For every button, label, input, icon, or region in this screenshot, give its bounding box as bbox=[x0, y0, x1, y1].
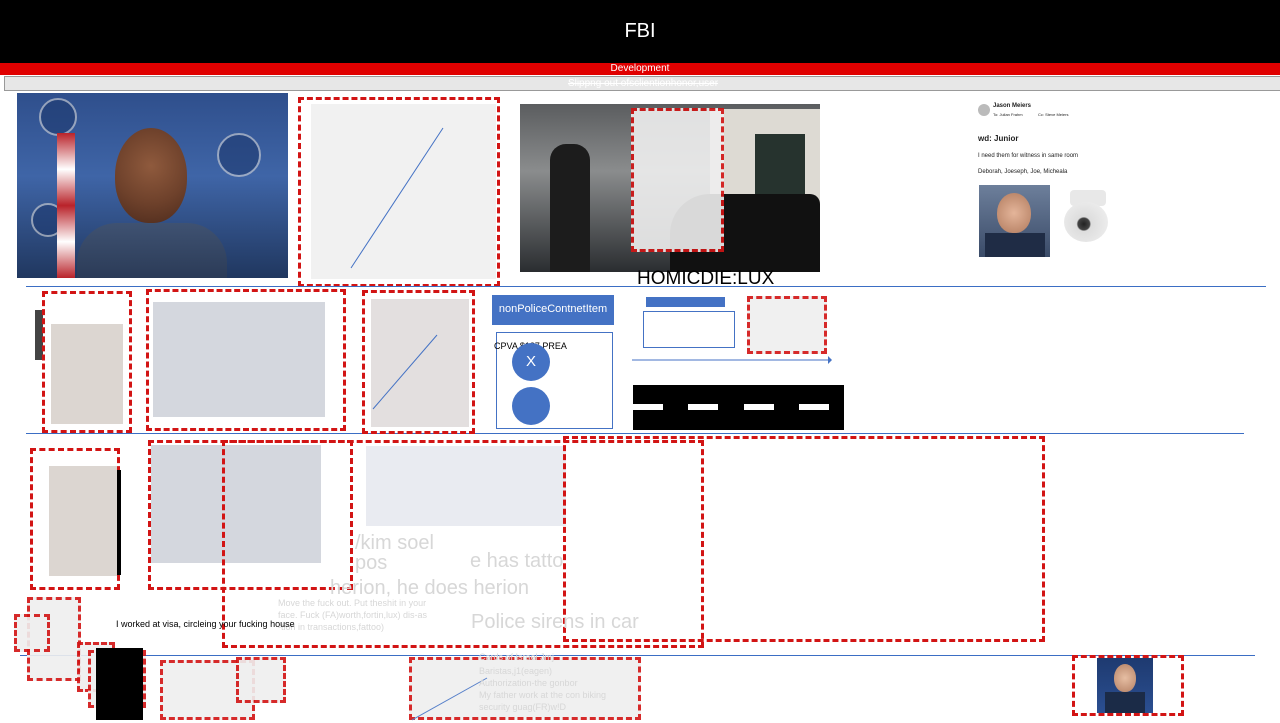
seal-icon bbox=[39, 98, 77, 136]
security-camera-icon bbox=[1058, 190, 1118, 245]
poster-thumb bbox=[96, 648, 143, 720]
president-photo bbox=[979, 185, 1050, 257]
diagonal-line bbox=[372, 334, 438, 410]
faded-text: Authorization-the gonbor bbox=[479, 678, 578, 688]
placeholder-frame bbox=[362, 290, 475, 434]
visa-note: I worked at visa, circleing your fucking… bbox=[116, 619, 295, 629]
suit bbox=[1105, 692, 1145, 713]
suit bbox=[985, 233, 1045, 257]
flag-icon bbox=[57, 133, 75, 278]
email-panel: Jason Meiers To: Julian Frahm Cc: Steve … bbox=[978, 102, 1148, 267]
avatar bbox=[978, 104, 990, 116]
page-title: FBI bbox=[0, 0, 1280, 63]
email-to: To: Julian Frahm bbox=[993, 112, 1023, 117]
faded-text: face. Fuck (FA)worth,fortin,lux) dis-as bbox=[278, 610, 428, 620]
faded-text: security guag(FR)w!D bbox=[479, 702, 567, 712]
placeholder-frame bbox=[42, 291, 132, 433]
road-graphic bbox=[633, 385, 844, 430]
development-banner: Development bbox=[0, 63, 1280, 75]
faded-text: pos bbox=[355, 552, 388, 574]
faded-text: My father work at the con biking bbox=[479, 690, 607, 700]
faded-collage bbox=[366, 446, 566, 526]
faded-text: Cards of Israel Jmj bbox=[479, 652, 555, 662]
suit bbox=[77, 223, 227, 278]
faded-text: e has tatto bbox=[470, 550, 564, 572]
face bbox=[115, 128, 187, 223]
placeholder-frame bbox=[236, 657, 286, 703]
email-sender: Jason Meiers bbox=[993, 103, 1032, 109]
email-cc: Cc: Steve Meiers bbox=[1038, 112, 1069, 117]
circle-button[interactable] bbox=[512, 387, 550, 425]
person bbox=[550, 144, 590, 272]
placeholder-frame bbox=[30, 448, 120, 590]
sub-banner: Slippng out ofsclientionhonor,user bbox=[4, 76, 1280, 91]
arrow-line bbox=[632, 356, 832, 364]
divider-line bbox=[26, 433, 1244, 434]
placeholder-frame bbox=[298, 97, 500, 287]
faded-poster bbox=[51, 324, 123, 424]
faded-car-photo bbox=[153, 302, 325, 417]
official-portrait-photo bbox=[17, 93, 288, 278]
blue-bar bbox=[646, 297, 725, 307]
diagonal-line bbox=[350, 127, 444, 269]
close-circle-button[interactable]: X bbox=[512, 343, 550, 381]
cpva-panel: CPVA $187 PREA X bbox=[494, 332, 613, 429]
face bbox=[1114, 664, 1136, 692]
faded-text: Police sirens in car bbox=[471, 611, 639, 633]
faded-text: Move the fuck out. Put theshit in your bbox=[278, 598, 427, 608]
faded-text: herion, he does herion bbox=[330, 577, 530, 599]
homicide-label: HOMICDIE:LUX bbox=[637, 268, 775, 289]
placeholder-frame bbox=[146, 289, 346, 431]
black-edge bbox=[117, 470, 121, 575]
non-police-content-button[interactable]: nonPoliceContnetItem bbox=[492, 295, 614, 325]
placeholder-frame bbox=[631, 108, 724, 252]
placeholder-frame bbox=[747, 296, 827, 354]
official-portrait-photo bbox=[1097, 658, 1153, 713]
seal-icon bbox=[217, 133, 261, 177]
email-subject: wd: Junior bbox=[978, 134, 1019, 143]
email-line: I need them for witness in same room bbox=[978, 153, 1079, 159]
empty-box bbox=[643, 311, 735, 348]
placeholder-frame bbox=[14, 614, 50, 652]
divider-line bbox=[20, 655, 1255, 656]
faded-poster bbox=[49, 466, 117, 576]
face bbox=[997, 193, 1031, 233]
email-line: Deborah, Joeseph, Joe, Micheala bbox=[978, 169, 1068, 175]
faded-text: Baristas,j1(eagen) bbox=[479, 666, 553, 676]
